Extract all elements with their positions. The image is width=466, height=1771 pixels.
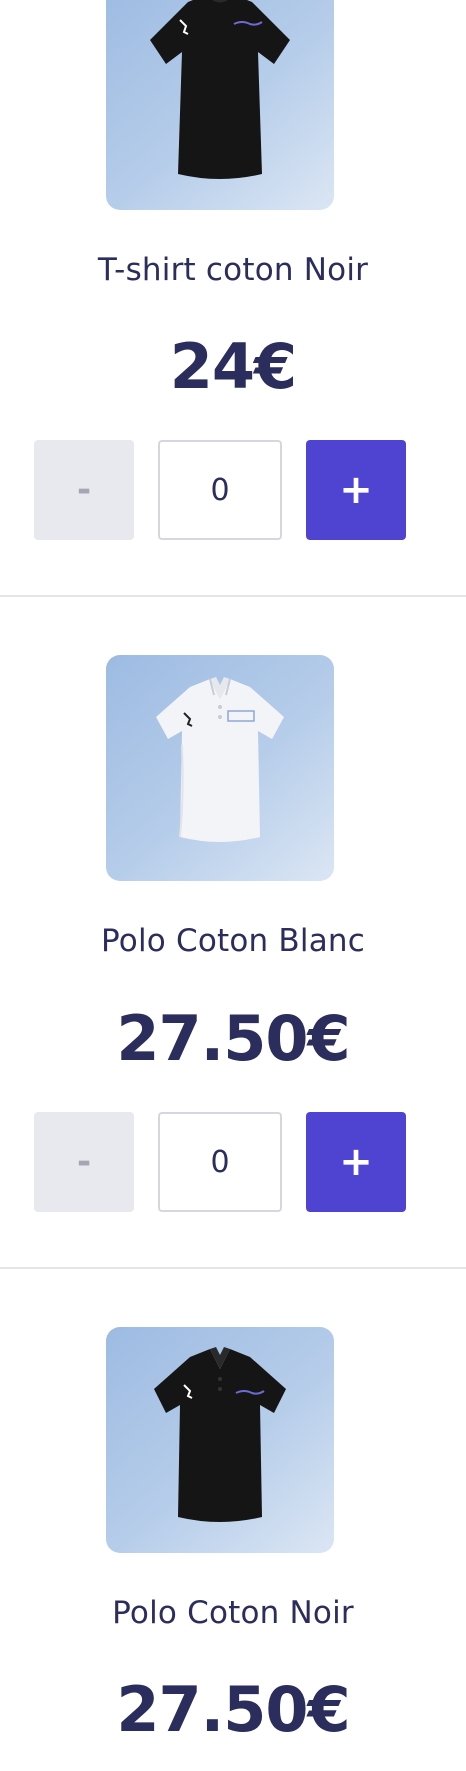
product-name: Polo Coton Blanc — [101, 923, 365, 959]
black-polo-icon — [154, 1347, 286, 1522]
product-price: 24€ — [169, 330, 297, 403]
product-price: 27.50€ — [116, 1673, 350, 1746]
white-polo-image — [106, 655, 334, 881]
white-polo-icon — [156, 677, 284, 842]
increase-quantity-button[interactable]: + — [306, 1112, 406, 1212]
black-polo-image — [106, 1327, 334, 1553]
black-tshirt-icon — [150, 0, 290, 179]
increase-quantity-button[interactable]: + — [306, 440, 406, 540]
product-price: 27.50€ — [116, 1002, 350, 1075]
product-name: Polo Coton Noir — [112, 1595, 354, 1631]
product-divider — [0, 1267, 466, 1269]
product-name: T-shirt coton Noir — [97, 252, 369, 288]
black-tshirt-image — [106, 0, 334, 210]
quantity-input[interactable] — [158, 440, 282, 540]
decrease-quantity-button[interactable]: - — [34, 440, 134, 540]
quantity-input[interactable] — [158, 1112, 282, 1212]
decrease-quantity-button[interactable]: - — [34, 1112, 134, 1212]
product-divider — [0, 595, 466, 597]
